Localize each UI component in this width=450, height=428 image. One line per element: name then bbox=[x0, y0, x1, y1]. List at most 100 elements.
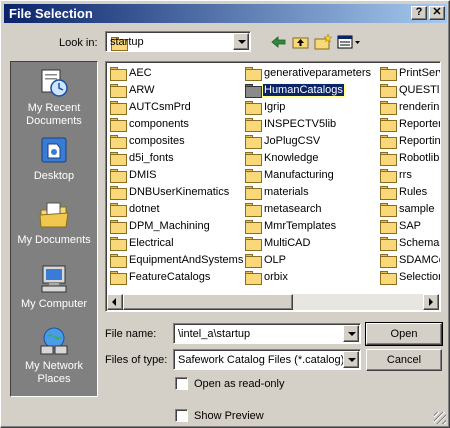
folder-icon bbox=[110, 84, 127, 98]
folder-icon bbox=[110, 169, 127, 183]
back-button[interactable] bbox=[269, 33, 289, 51]
place-desktop[interactable]: Desktop bbox=[11, 134, 97, 183]
close-button[interactable]: ✕ bbox=[429, 6, 445, 20]
folder-name: d5i_fonts bbox=[129, 152, 174, 164]
folder-icon bbox=[110, 67, 127, 81]
place-label: My Documents bbox=[17, 234, 91, 246]
folder-name: Schemas bbox=[399, 237, 441, 249]
folder-icon bbox=[245, 118, 262, 132]
folder-name: QUESTlib bbox=[399, 84, 440, 96]
folder-name: orbix bbox=[264, 271, 288, 283]
cancel-button[interactable]: Cancel bbox=[366, 349, 442, 371]
up-folder-icon bbox=[292, 37, 309, 49]
folder-icon bbox=[110, 203, 127, 217]
place-my-documents[interactable]: My Documents bbox=[11, 198, 97, 247]
place-my-network-places[interactable]: My Network Places bbox=[11, 324, 97, 386]
folder-name: EquipmentAndSystems bbox=[129, 254, 244, 266]
show-preview-label: Show Preview bbox=[194, 410, 264, 422]
folder-icon bbox=[110, 186, 127, 200]
show-preview-checkbox[interactable] bbox=[175, 409, 188, 422]
new-folder-button[interactable] bbox=[313, 33, 333, 51]
folder-name: components bbox=[129, 118, 189, 130]
folder-icon bbox=[245, 84, 262, 98]
folder-icon bbox=[110, 271, 127, 285]
close-icon: ✕ bbox=[432, 6, 442, 18]
folder-name: Selection bbox=[399, 271, 441, 283]
folder-icon bbox=[245, 135, 262, 149]
folder-icon bbox=[380, 67, 397, 81]
folder-name: renderin( bbox=[399, 101, 441, 113]
folder-icon bbox=[110, 152, 127, 166]
folder-icon bbox=[245, 169, 262, 183]
title-bar: File Selection ? ✕ bbox=[4, 4, 447, 23]
folder-name: JoPlugCSV bbox=[264, 135, 321, 147]
file-name-value: \intel_a\startup bbox=[178, 328, 251, 340]
read-only-label: Open as read-only bbox=[194, 378, 285, 390]
folder-icon bbox=[110, 254, 127, 268]
file-name-input[interactable]: \intel_a\startup bbox=[173, 323, 361, 344]
up-one-level-button[interactable] bbox=[291, 33, 311, 51]
chevron-down-icon[interactable] bbox=[343, 351, 359, 368]
folder-name: generativeparameters bbox=[264, 67, 372, 79]
folder-name: MultiCAD bbox=[264, 237, 311, 249]
folder-name: Rules bbox=[399, 186, 428, 198]
place-label: My Recent Documents bbox=[26, 102, 82, 127]
resize-grip[interactable] bbox=[434, 412, 446, 424]
folder-name: Reporter bbox=[399, 118, 441, 130]
view-menu-button[interactable] bbox=[336, 33, 362, 51]
folder-name: sample bbox=[399, 203, 435, 215]
folder-icon bbox=[110, 135, 127, 149]
folder-icon bbox=[245, 271, 262, 285]
help-icon: ? bbox=[415, 6, 423, 18]
folder-name: materials bbox=[264, 186, 309, 198]
file-type-label: Files of type: bbox=[105, 354, 168, 366]
folder-icon bbox=[380, 203, 397, 217]
help-button[interactable]: ? bbox=[411, 6, 427, 20]
folder-name: AEC bbox=[129, 67, 152, 79]
folder-icon bbox=[245, 254, 262, 268]
folder-icon bbox=[110, 220, 127, 234]
my-computer-icon bbox=[41, 265, 67, 293]
folder-name: INSPECTV5lib bbox=[264, 118, 337, 130]
folder-name: Robotlib bbox=[399, 152, 440, 164]
folder-name: dotnet bbox=[129, 203, 160, 215]
folder-icon bbox=[380, 254, 397, 268]
open-button[interactable]: Open bbox=[365, 322, 443, 346]
horizontal-scrollbar[interactable] bbox=[107, 294, 439, 310]
chevron-down-icon[interactable] bbox=[343, 325, 359, 342]
scrollbar-thumb[interactable] bbox=[123, 294, 293, 310]
folder-name: Electrical bbox=[129, 237, 174, 249]
my-documents-icon bbox=[39, 202, 69, 228]
folder-icon bbox=[380, 220, 397, 234]
back-arrow-icon bbox=[271, 36, 286, 48]
folder-name: MmrTemplates bbox=[264, 220, 337, 232]
place-label: Desktop bbox=[33, 170, 75, 182]
place-my-computer[interactable]: My Computer bbox=[11, 262, 97, 311]
folder-name: metasearch bbox=[264, 203, 322, 215]
folder-name: SAP bbox=[399, 220, 422, 232]
chevron-down-icon[interactable] bbox=[233, 33, 249, 50]
place-label: My Network Places bbox=[24, 360, 84, 385]
new-folder-icon bbox=[314, 33, 333, 50]
scroll-left-icon[interactable] bbox=[107, 294, 123, 310]
folder-name: rrs bbox=[399, 169, 412, 181]
file-list[interactable]: AEC ARW AUTCsmPrd components composites d5i_f… bbox=[105, 61, 441, 312]
folder-icon bbox=[245, 67, 262, 81]
folder-name: AUTCsmPrd bbox=[129, 101, 191, 113]
folder-icon bbox=[380, 237, 397, 251]
folder-icon bbox=[380, 169, 397, 183]
folder-icon bbox=[380, 101, 397, 115]
folder-icon bbox=[110, 237, 127, 251]
folder-icon bbox=[245, 152, 262, 166]
folder-name: PrintServ bbox=[399, 67, 441, 79]
folder-icon bbox=[380, 84, 397, 98]
place-my-recent-documents[interactable]: My Recent Documents bbox=[11, 66, 97, 128]
look-in-dropdown[interactable]: startup bbox=[105, 31, 251, 52]
read-only-checkbox[interactable] bbox=[175, 377, 188, 390]
scroll-right-icon[interactable] bbox=[423, 294, 439, 310]
file-type-value: Safework Catalog Files (*.catalog) bbox=[178, 354, 345, 366]
folder-name: ARW bbox=[129, 84, 155, 96]
file-type-dropdown[interactable]: Safework Catalog Files (*.catalog) bbox=[173, 349, 361, 370]
place-label: My Computer bbox=[20, 298, 88, 310]
folder-icon bbox=[110, 118, 127, 132]
